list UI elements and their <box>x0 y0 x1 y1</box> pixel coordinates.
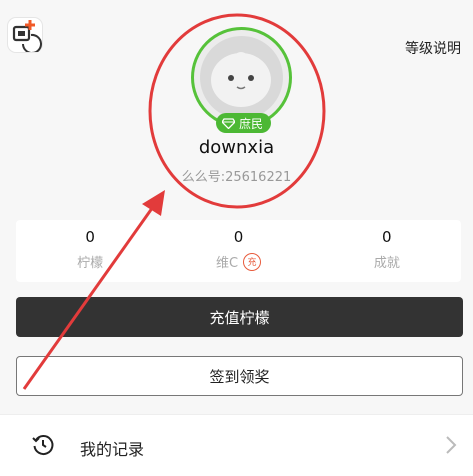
rank-badge: 庶民 <box>216 113 272 133</box>
menu-item-records[interactable]: 我的记录 <box>0 415 473 476</box>
stat-value: 0 <box>85 228 95 246</box>
diamond-icon <box>222 117 235 129</box>
menu-list: 我的记录 <box>0 414 473 476</box>
stat-value: 0 <box>233 228 244 246</box>
history-clock-icon <box>32 434 54 460</box>
chevron-right-icon <box>445 435 457 459</box>
stat-vitamin-c[interactable]: 0 维C 充 <box>164 220 312 282</box>
stat-value: 0 <box>382 228 392 246</box>
stats-panel: 0 柠檬 0 维C 充 0 成就 <box>16 220 461 282</box>
stat-lemon[interactable]: 0 柠檬 <box>16 220 164 282</box>
avatar[interactable]: 庶民 <box>191 27 292 133</box>
lemon-avatar-image <box>200 36 283 119</box>
stat-label: 柠檬 <box>77 256 104 271</box>
stat-achievement[interactable]: 0 成就 <box>313 220 461 282</box>
stat-label: 成就 <box>373 256 400 271</box>
username: downxia <box>198 137 275 158</box>
recharge-button[interactable]: 充值柠檬 <box>16 297 463 337</box>
menu-item-label: 我的记录 <box>80 440 145 459</box>
stat-label: 维C <box>215 256 239 271</box>
user-id: 么么号:25616221 <box>181 170 292 185</box>
checkin-button[interactable]: 签到领奖 <box>16 356 463 396</box>
profile-section: 庶民 downxia 么么号:25616221 <box>0 0 473 210</box>
recharge-tag[interactable]: 充 <box>243 252 262 271</box>
rank-label: 庶民 <box>239 116 264 131</box>
